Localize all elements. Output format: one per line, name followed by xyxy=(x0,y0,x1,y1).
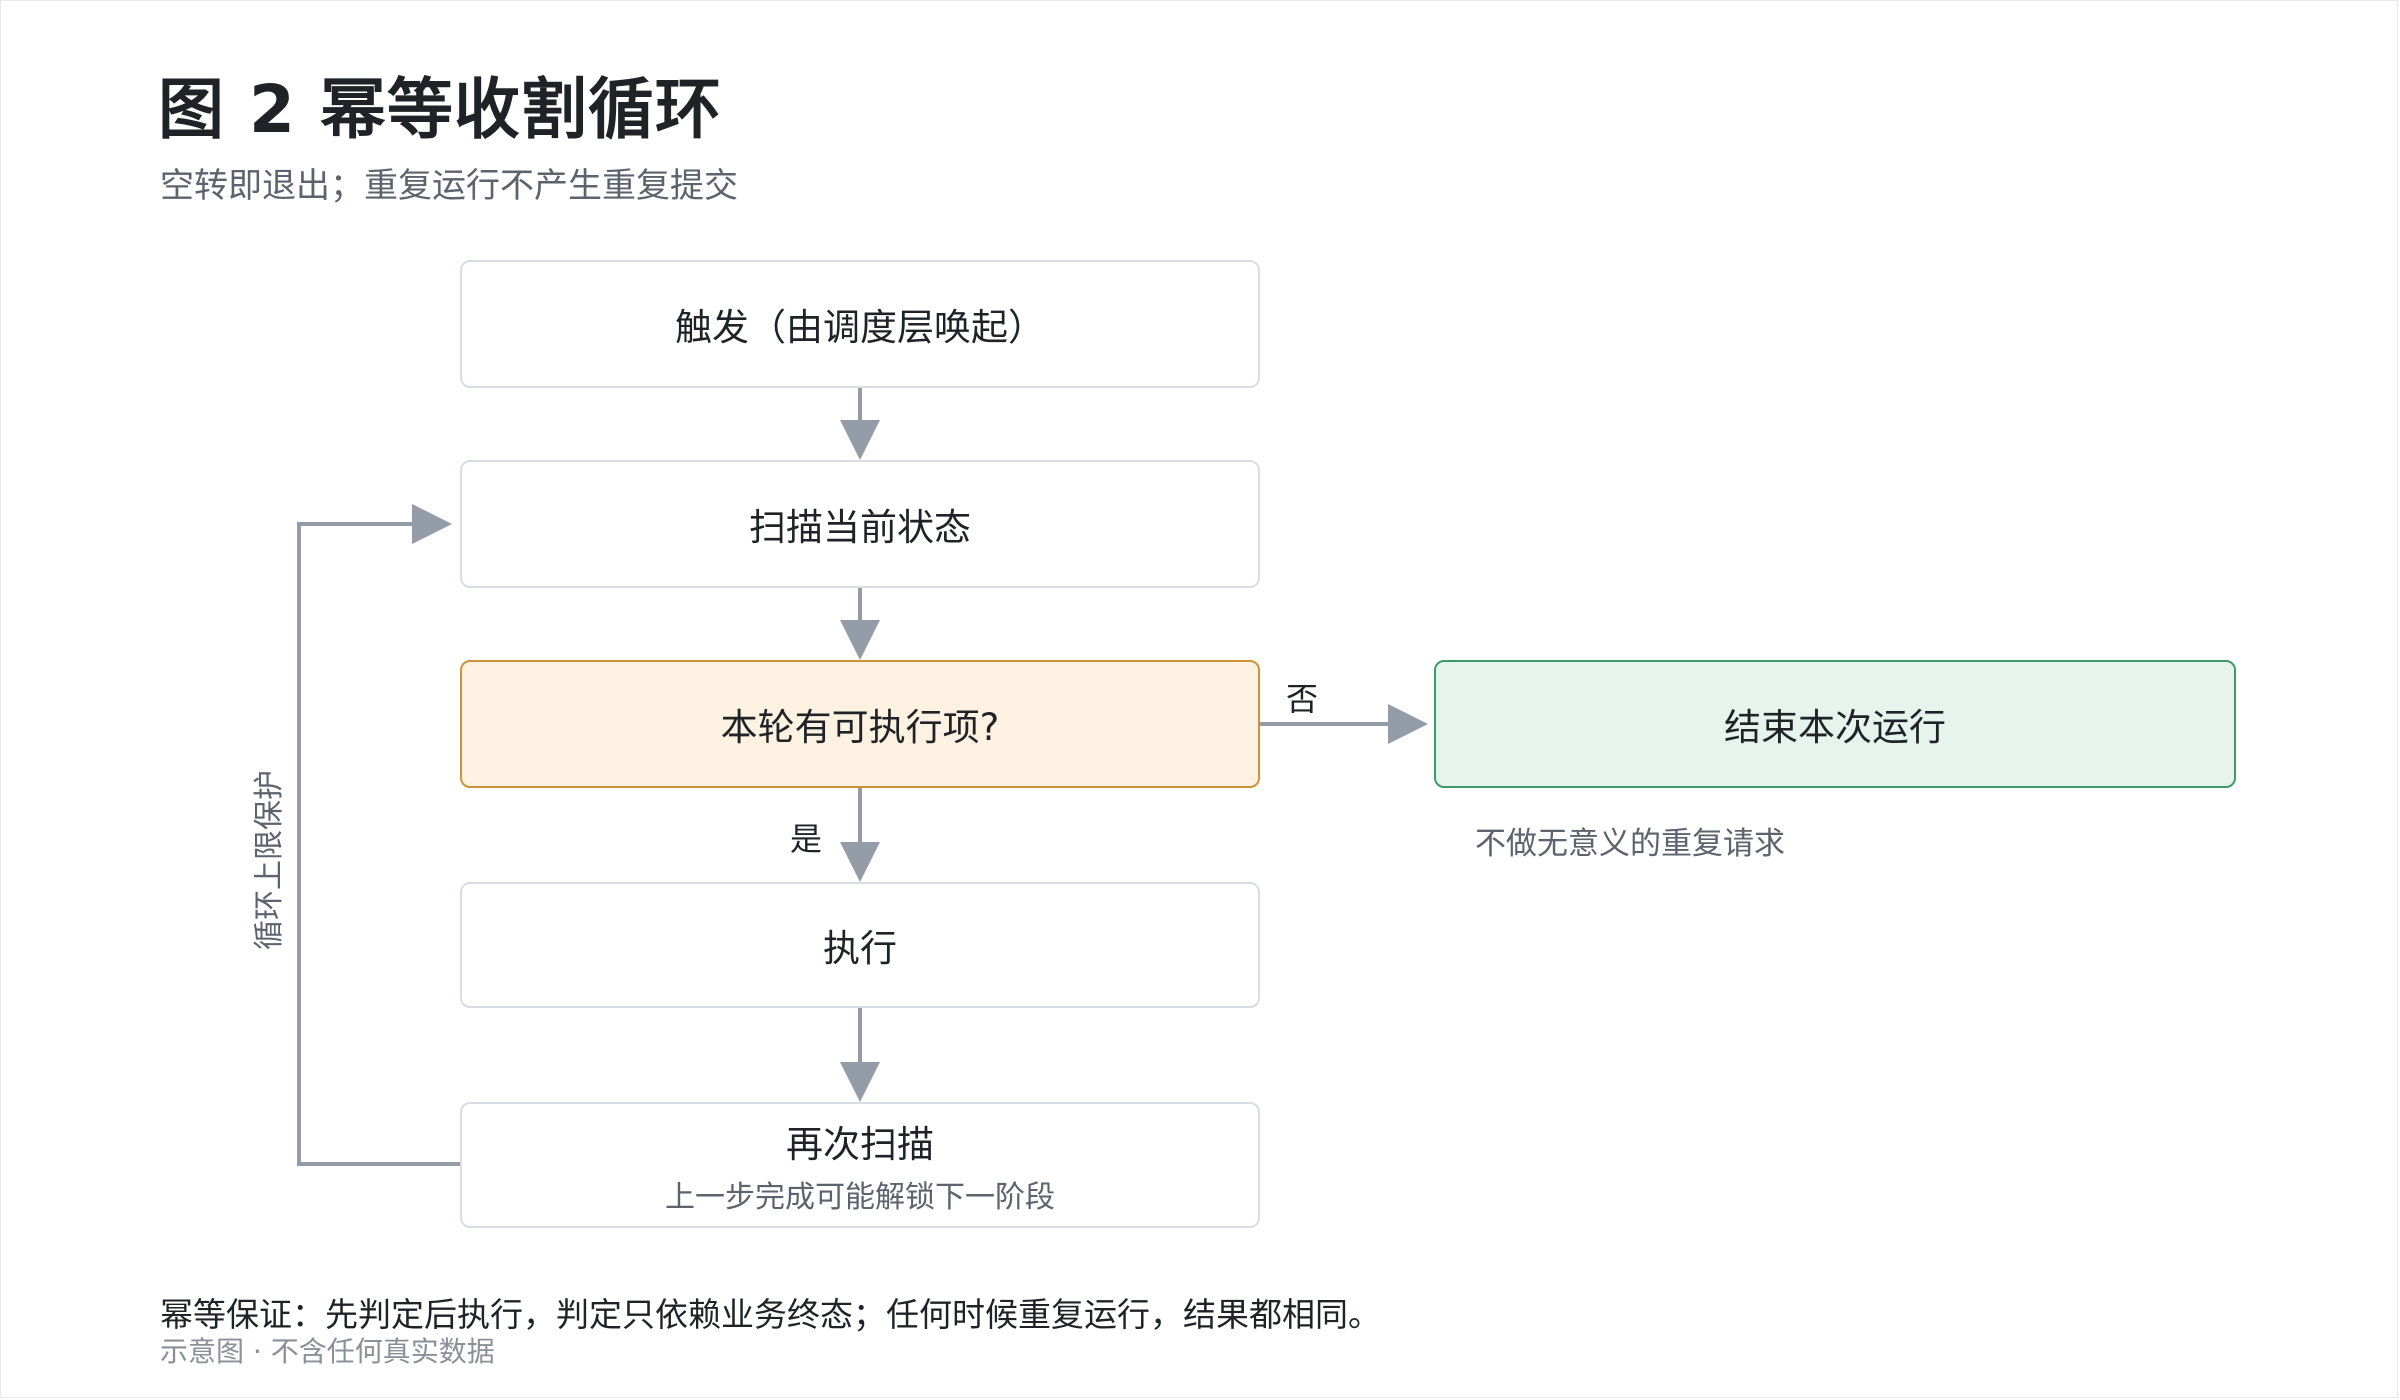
edge-label-yes: 是 xyxy=(790,820,823,858)
connector-loop-back xyxy=(297,522,460,1166)
node-trigger: 触发（由调度层唤起） xyxy=(460,260,1260,388)
arrowhead-end xyxy=(1388,704,1428,744)
node-scan: 扫描当前状态 xyxy=(460,460,1260,588)
node-execute-label: 执行 xyxy=(823,927,897,970)
node-end-label: 结束本次运行 xyxy=(1724,706,1946,749)
node-end: 结束本次运行 xyxy=(1434,660,2236,788)
arrowhead-execute xyxy=(840,842,880,882)
node-rescan: 再次扫描 上一步完成可能解锁下一阶段 xyxy=(460,1102,1260,1228)
node-decision-label: 本轮有可执行项? xyxy=(720,706,1000,749)
node-trigger-label: 触发（由调度层唤起） xyxy=(675,306,1045,349)
arrowhead-rescan xyxy=(840,1062,880,1102)
edge-label-no: 否 xyxy=(1286,680,1319,718)
arrowhead-scan xyxy=(840,420,880,460)
footer-disclaimer: 示意图 · 不含任何真实数据 xyxy=(160,1335,495,1368)
node-rescan-sublabel: 上一步完成可能解锁下一阶段 xyxy=(665,1180,1055,1215)
arrowhead-loop xyxy=(412,504,452,544)
footer-guarantee: 幂等保证：先判定后执行，判定只依赖业务终态；任何时候重复运行，结果都相同。 xyxy=(160,1295,1381,1334)
node-rescan-label: 再次扫描 xyxy=(786,1123,934,1166)
arrowhead-decision xyxy=(840,620,880,660)
end-note: 不做无意义的重复请求 xyxy=(1475,826,1785,862)
node-decision: 本轮有可执行项? xyxy=(460,660,1260,788)
node-execute: 执行 xyxy=(460,882,1260,1008)
loop-limit-label: 循环上限保护 xyxy=(252,770,287,950)
node-scan-label: 扫描当前状态 xyxy=(749,506,971,549)
